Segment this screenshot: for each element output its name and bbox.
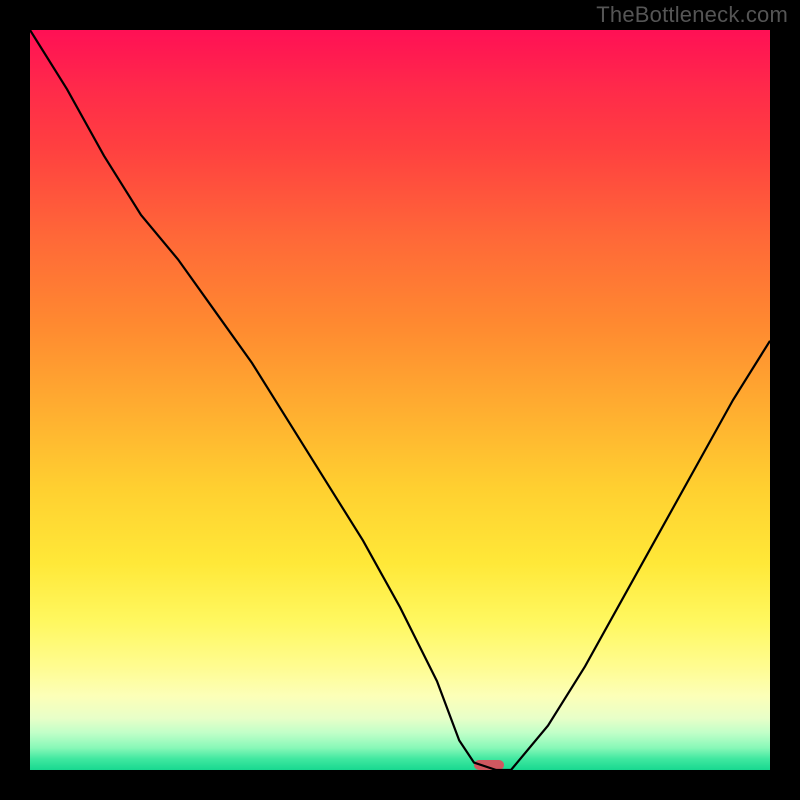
watermark-text: TheBottleneck.com [596, 2, 788, 28]
curve-path [30, 30, 770, 770]
plot-area [30, 30, 770, 770]
bottleneck-curve [30, 30, 770, 770]
chart-frame: TheBottleneck.com [0, 0, 800, 800]
